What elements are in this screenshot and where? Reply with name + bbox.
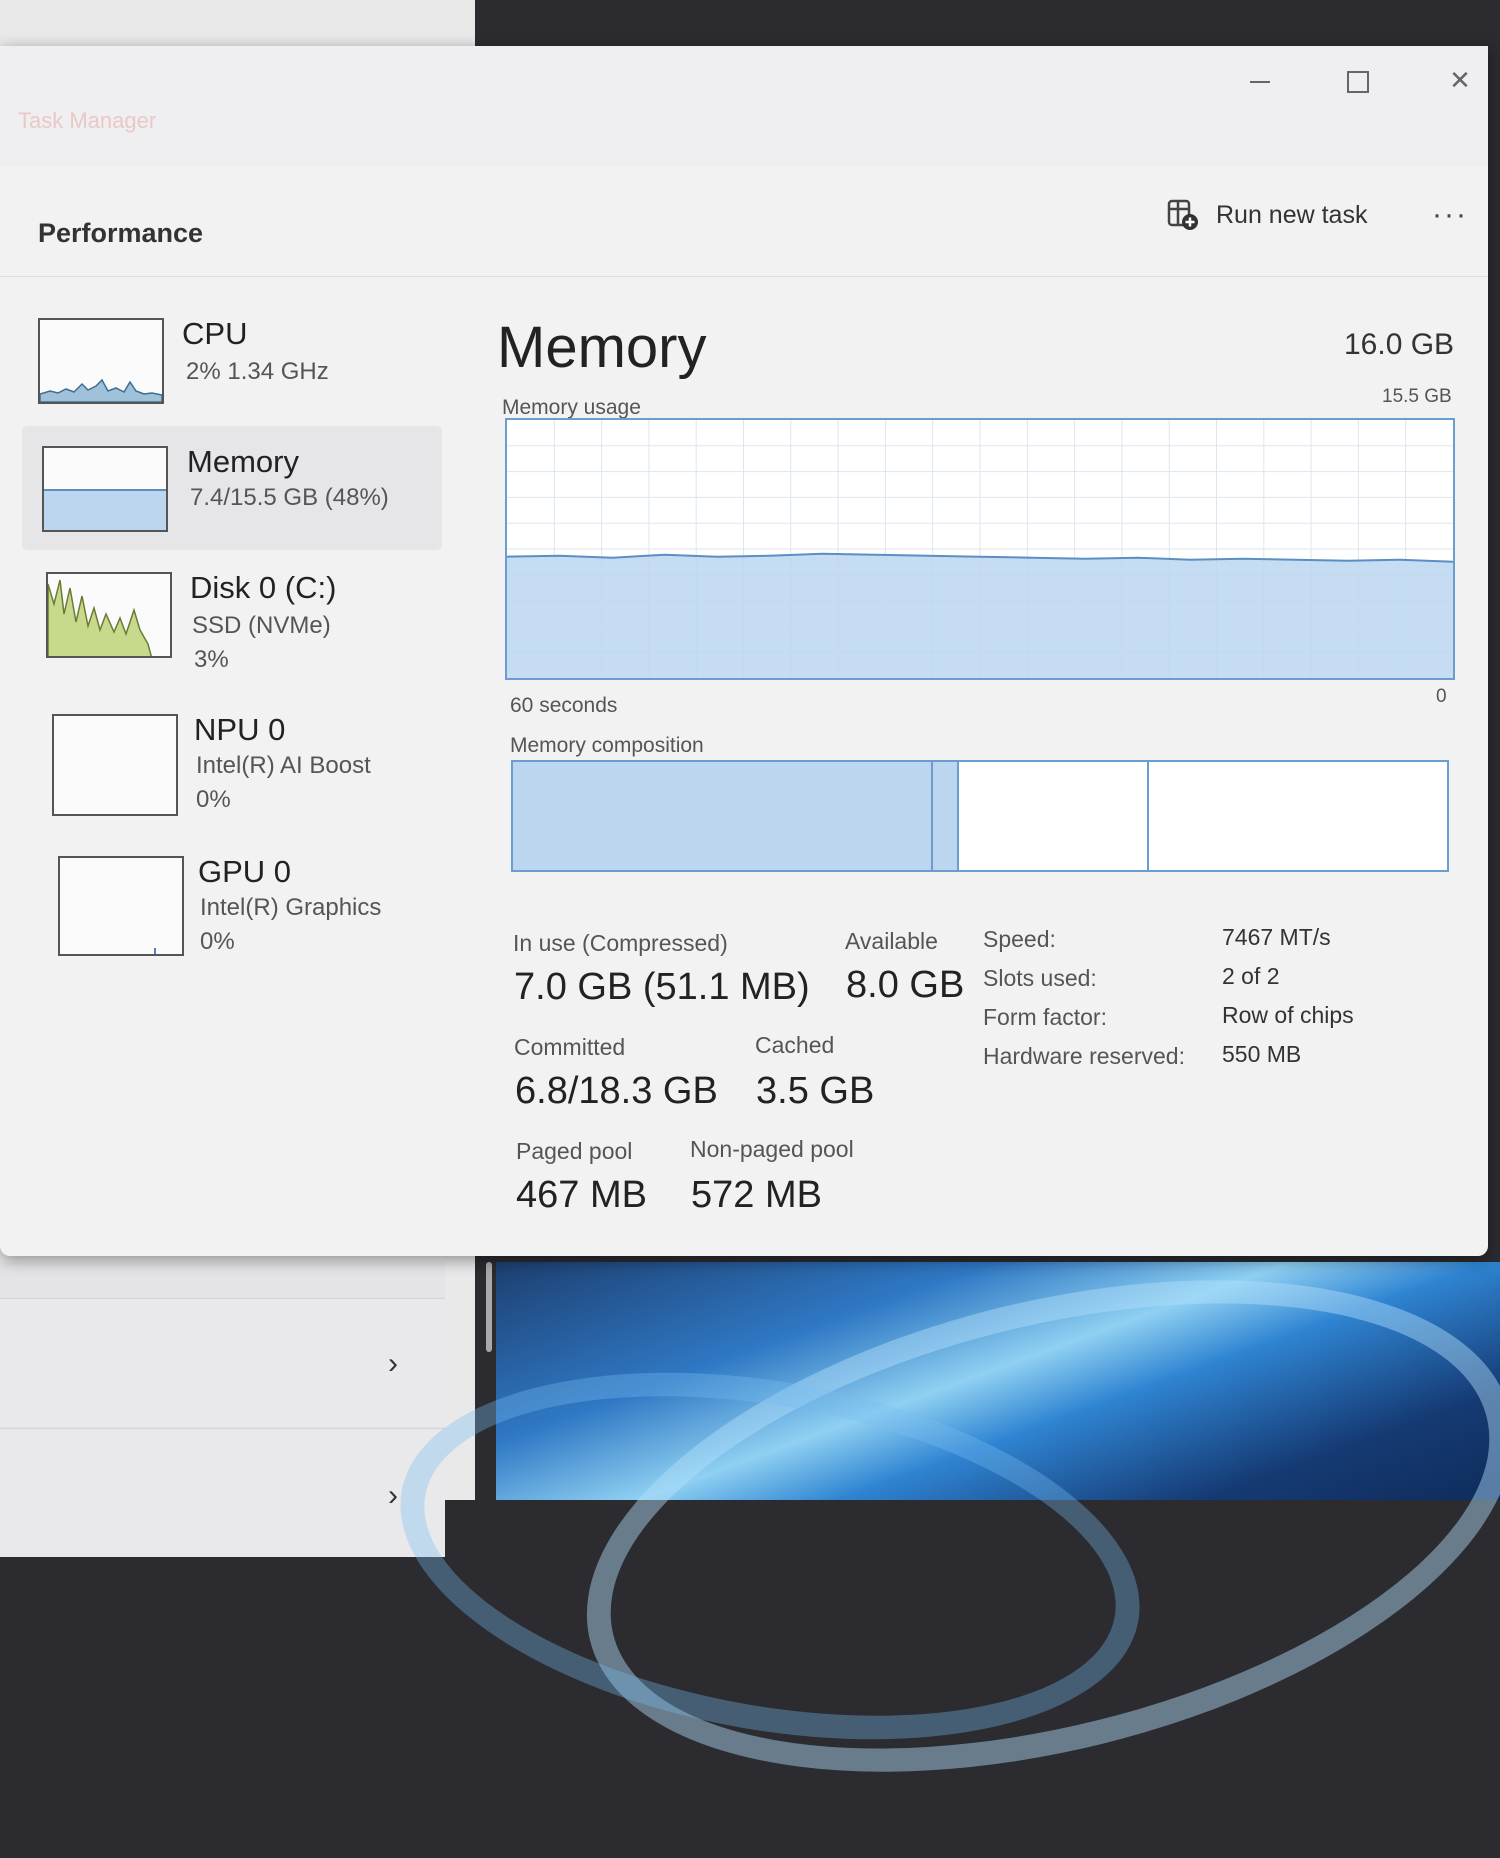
sidebar-item-percent: 0% xyxy=(196,786,231,813)
cpu-thumbnail-graph xyxy=(38,318,164,404)
close-icon: ✕ xyxy=(1449,65,1471,95)
hardware-reserved-value: 550 MB xyxy=(1222,1041,1302,1067)
sidebar-item-percent: 0% xyxy=(200,928,235,955)
more-options-button[interactable]: ··· xyxy=(1432,198,1468,232)
gpu-thumbnail-graph xyxy=(58,856,184,956)
cached-label: Cached xyxy=(755,1032,835,1058)
paged-pool-label: Paged pool xyxy=(516,1138,633,1164)
memory-heading: Memory xyxy=(497,315,707,380)
memory-usage-plot xyxy=(506,420,1454,678)
sidebar-item-label: Memory xyxy=(187,444,299,479)
form-factor-label: Form factor: xyxy=(983,1004,1107,1030)
form-factor-value: Row of chips xyxy=(1222,1002,1354,1028)
page-header: Performance Run new task ··· xyxy=(0,166,1488,277)
memory-usage-label: Memory usage xyxy=(502,396,641,419)
speed-value: 7467 MT/s xyxy=(1222,924,1331,950)
cached-value: 3.5 GB xyxy=(756,1070,875,1112)
committed-value: 6.8/18.3 GB xyxy=(515,1070,718,1112)
sidebar-item-detail: SSD (NVMe) xyxy=(192,612,331,639)
background-list-item[interactable]: › xyxy=(0,1428,445,1557)
window-title: Task Manager xyxy=(18,108,157,133)
memory-composition-label: Memory composition xyxy=(510,734,704,757)
sidebar-item-detail: 7.4/15.5 GB (48%) xyxy=(190,484,389,511)
paged-pool-value: 467 MB xyxy=(516,1174,647,1216)
run-new-task-button[interactable]: Run new task xyxy=(1166,194,1367,236)
composition-free-segment[interactable] xyxy=(1149,762,1447,870)
sidebar-item-label: CPU xyxy=(182,316,248,351)
memory-usage-max-label: 15.5 GB xyxy=(1382,386,1452,407)
memory-usage-graph xyxy=(505,418,1455,680)
non-paged-pool-value: 572 MB xyxy=(691,1174,822,1216)
run-task-icon xyxy=(1167,199,1198,230)
maximize-button[interactable] xyxy=(1338,62,1378,98)
title-bar: Task Manager ✕ xyxy=(0,46,1488,166)
total-memory: 16.0 GB xyxy=(1344,328,1455,361)
sidebar-item-label: GPU 0 xyxy=(198,854,292,889)
speed-label: Speed: xyxy=(983,926,1056,952)
maximize-icon xyxy=(1347,71,1369,94)
npu-thumbnail-graph xyxy=(52,714,178,816)
sidebar-item-npu[interactable]: NPU 0 Intel(R) AI Boost 0% xyxy=(22,696,442,820)
minimize-button[interactable] xyxy=(1240,62,1280,98)
sidebar-item-label: Disk 0 (C:) xyxy=(190,570,337,605)
committed-label: Committed xyxy=(514,1034,626,1060)
chevron-right-icon: › xyxy=(388,1347,398,1380)
non-paged-pool-label: Non-paged pool xyxy=(690,1136,854,1162)
in-use-label: In use (Compressed) xyxy=(513,930,728,956)
slots-used-value: 2 of 2 xyxy=(1222,963,1280,989)
desktop-wallpaper xyxy=(371,1193,1500,1858)
chevron-right-icon: › xyxy=(388,1479,398,1512)
composition-in-use-segment[interactable] xyxy=(513,762,934,870)
in-use-value: 7.0 GB (51.1 MB) xyxy=(514,966,810,1008)
memory-thumbnail-fill xyxy=(44,489,166,530)
available-value: 8.0 GB xyxy=(846,964,965,1006)
composition-standby-segment[interactable] xyxy=(959,762,1150,870)
sidebar-item-disk[interactable]: Disk 0 (C:) SSD (NVMe) 3% xyxy=(22,554,442,678)
composition-modified-segment[interactable] xyxy=(933,762,960,870)
sidebar-item-detail: 2% 1.34 GHz xyxy=(186,358,329,385)
graph-zero-label: 0 xyxy=(1436,686,1447,707)
page-title: Performance xyxy=(38,218,204,248)
minimize-icon xyxy=(1250,81,1270,84)
sidebar-item-memory[interactable]: Memory 7.4/15.5 GB (48%) xyxy=(22,426,442,550)
sidebar-item-cpu[interactable]: CPU 2% 1.34 GHz xyxy=(22,304,442,428)
background-scrollbar[interactable] xyxy=(486,1262,492,1352)
sidebar-item-percent: 3% xyxy=(194,646,229,673)
background-list-item[interactable]: › xyxy=(0,1298,445,1427)
graph-time-label: 60 seconds xyxy=(510,694,618,717)
run-new-task-label: Run new task xyxy=(1216,200,1368,229)
memory-composition-bar xyxy=(511,760,1449,872)
hardware-reserved-label: Hardware reserved: xyxy=(983,1043,1185,1069)
memory-thumbnail-graph xyxy=(42,446,168,532)
sidebar-item-detail: Intel(R) AI Boost xyxy=(196,752,371,779)
task-manager-window: Task Manager ✕ Performance Run new task … xyxy=(0,46,1488,1256)
close-button[interactable]: ✕ xyxy=(1440,62,1480,98)
sidebar-item-detail: Intel(R) Graphics xyxy=(200,894,382,921)
available-label: Available xyxy=(845,928,938,954)
slots-used-label: Slots used: xyxy=(983,965,1097,991)
disk-thumbnail-graph xyxy=(46,572,172,658)
sidebar-item-gpu[interactable]: GPU 0 Intel(R) Graphics 0% xyxy=(22,838,442,962)
memory-usage-area xyxy=(507,553,1453,678)
sidebar-item-label: NPU 0 xyxy=(194,712,286,747)
